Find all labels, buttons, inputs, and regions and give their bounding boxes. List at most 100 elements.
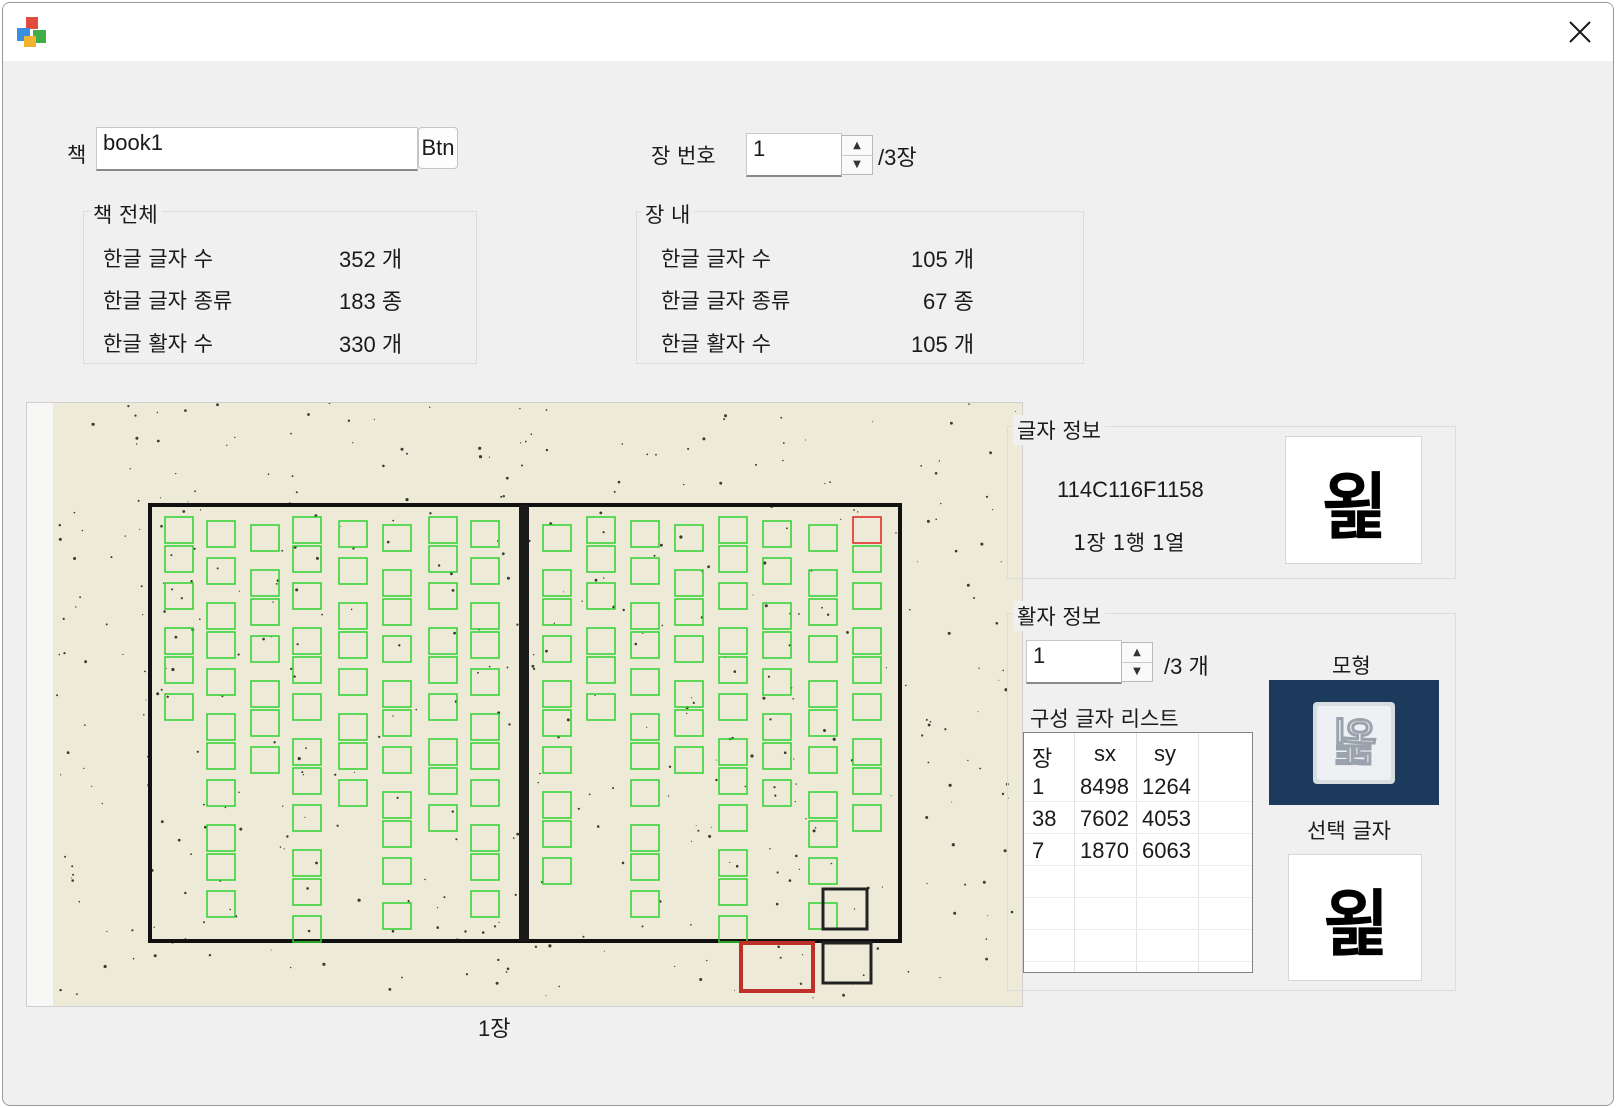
page-number-spinner[interactable]: ▲ ▼ (841, 135, 873, 175)
list-item[interactable]: 38 7602 4053 (1024, 802, 1252, 835)
paper-speck (777, 945, 780, 949)
paper-speck (723, 418, 726, 421)
paper-speck (429, 406, 431, 408)
paper-speck (464, 930, 467, 933)
paper-speck (453, 631, 456, 635)
book-type-count-label: 한글 활자 수 (103, 332, 213, 356)
paper-speck (853, 509, 855, 511)
paper-speck (295, 491, 298, 494)
paper-speck (481, 931, 485, 934)
paper-speck (500, 495, 503, 498)
type-model-image: 욅 (1269, 680, 1439, 805)
spin-down-icon[interactable]: ▼ (1122, 661, 1152, 682)
book-name-input[interactable]: book1 (96, 127, 418, 171)
paper-speck (769, 718, 772, 721)
paper-speck (706, 959, 708, 962)
paper-speck (782, 459, 784, 462)
paper-speck (455, 838, 458, 841)
paper-speck (926, 519, 930, 523)
paper-speck (307, 413, 310, 416)
paper-speck (947, 631, 951, 635)
list-header-sx[interactable]: sx (1094, 741, 1116, 767)
page-char-kind-label: 한글 글자 종류 (661, 289, 791, 313)
type-index-input[interactable]: 1 (1026, 640, 1122, 684)
paper-speck (909, 608, 911, 611)
paper-speck (63, 652, 66, 655)
paper-speck (505, 971, 508, 973)
paper-speck (304, 816, 306, 818)
paper-speck (238, 590, 240, 592)
paper-speck (799, 982, 803, 985)
paper-speck (982, 880, 986, 884)
paper-speck (516, 623, 519, 626)
paper-speck (143, 714, 145, 716)
paper-speck (488, 456, 490, 458)
book-load-button[interactable]: Btn (418, 127, 458, 169)
paper-speck (59, 988, 62, 992)
paper-speck (653, 554, 656, 557)
paper-speck (156, 692, 160, 696)
paper-speck (493, 925, 497, 928)
book-char-kind-value: 183 종 (339, 289, 403, 314)
paper-speck (270, 949, 272, 951)
paper-speck (735, 864, 739, 868)
list-cell-page: 38 (1032, 806, 1057, 831)
paper-speck (199, 618, 201, 620)
spin-up-icon[interactable]: ▲ (842, 136, 872, 155)
page-scan-view[interactable] (26, 402, 1023, 1007)
list-header-sy[interactable]: sy (1154, 741, 1176, 767)
paper-speck (306, 887, 309, 890)
type-index-spinner[interactable]: ▲ ▼ (1121, 642, 1153, 682)
paper-speck (978, 667, 980, 669)
paper-speck (668, 765, 672, 768)
list-item[interactable]: 1 8498 1264 (1024, 770, 1252, 803)
paper-speck (497, 958, 500, 962)
paper-speck (660, 543, 663, 547)
paper-speck (73, 511, 76, 514)
paper-speck (216, 567, 219, 570)
paper-speck (539, 772, 541, 775)
paper-speck (160, 524, 163, 528)
page-number-input[interactable]: 1 (746, 133, 842, 177)
paper-speck (769, 848, 771, 850)
app-icon (16, 16, 48, 48)
spin-up-icon[interactable]: ▲ (1122, 643, 1152, 662)
list-cell-sy: 1264 (1142, 774, 1191, 799)
paper-speck (132, 957, 135, 960)
close-button[interactable] (1547, 3, 1613, 61)
paper-speck (521, 464, 523, 467)
component-list[interactable]: 장 sx sy 1 8498 1264 38 7602 4053 7 1870 … (1023, 732, 1253, 973)
paper-speck (998, 679, 1000, 681)
paper-speck (293, 675, 296, 678)
paper-speck (424, 878, 426, 881)
paper-speck (940, 502, 942, 505)
paper-speck (322, 962, 326, 966)
paper-speck (208, 954, 212, 957)
list-row-divider (1024, 833, 1252, 834)
paper-speck (75, 606, 77, 608)
paper-speck (715, 759, 717, 761)
paper-speck (175, 472, 177, 475)
paper-speck (502, 495, 505, 498)
paper-speck (537, 781, 539, 784)
paper-speck (378, 735, 381, 738)
paper-speck (124, 535, 127, 537)
paper-speck (824, 482, 826, 485)
paper-speck (495, 981, 499, 985)
paper-speck (160, 820, 164, 824)
list-item[interactable]: 7 1870 6063 (1024, 834, 1252, 867)
paper-speck (977, 711, 979, 713)
paper-speck (237, 653, 240, 656)
paper-speck (382, 464, 385, 468)
page-type-count-label: 한글 활자 수 (661, 332, 771, 356)
selected-glyph: 욅 (1323, 882, 1390, 966)
paper-speck (992, 509, 994, 511)
paper-speck (951, 801, 953, 803)
paper-speck (84, 724, 86, 726)
paper-speck (350, 608, 353, 611)
list-header-page[interactable]: 장 (1032, 741, 1052, 773)
spin-down-icon[interactable]: ▼ (842, 154, 872, 175)
paper-speck (690, 924, 692, 926)
paper-speck (545, 409, 548, 411)
paper-speck (661, 624, 664, 627)
